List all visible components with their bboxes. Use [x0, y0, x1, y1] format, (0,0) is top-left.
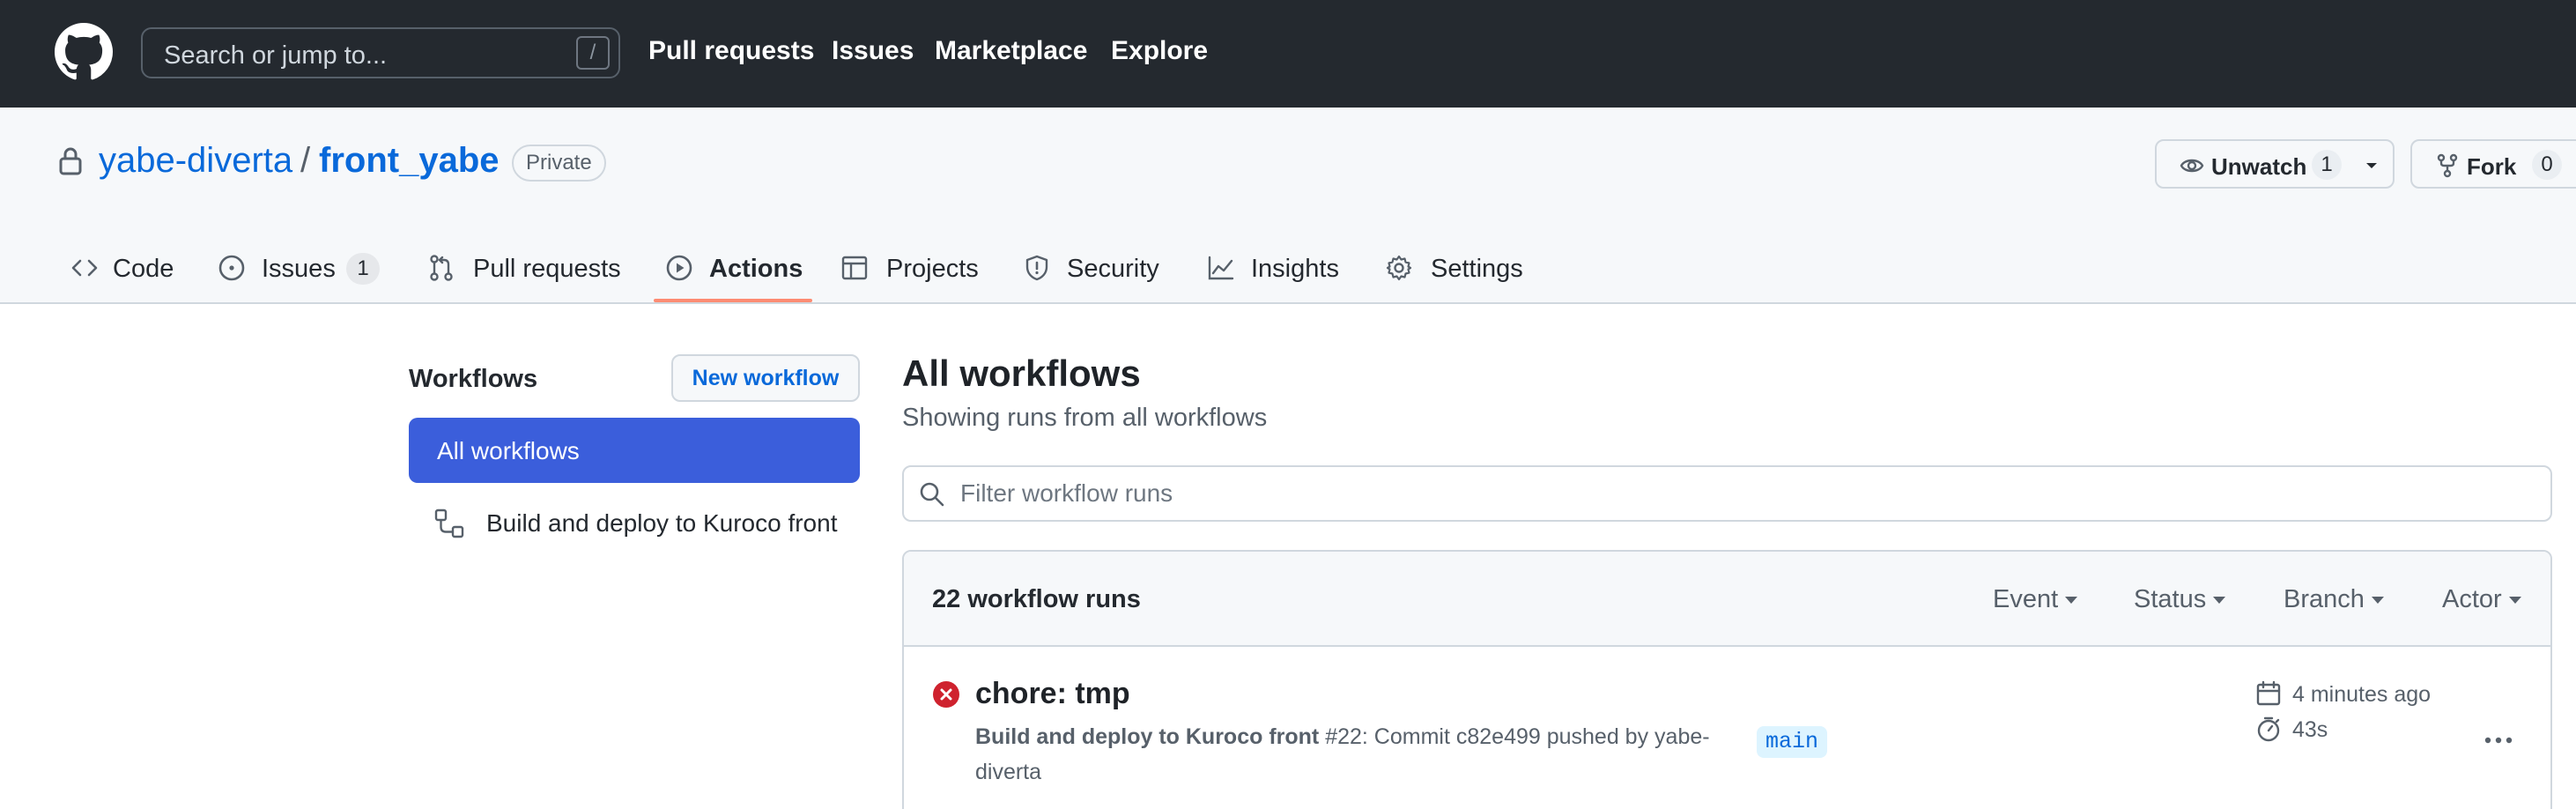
- play-icon: [666, 255, 692, 281]
- workflow-runs-list: 22 workflow runs Event Status Branch Act…: [902, 550, 2552, 809]
- page-subtitle: Showing runs from all workflows: [902, 404, 1268, 432]
- watch-count: 1: [2312, 150, 2342, 180]
- fork-count: 0: [2532, 150, 2562, 180]
- caret-down-icon: [2508, 597, 2521, 605]
- fork-icon: [2437, 153, 2458, 178]
- branch-label[interactable]: main: [1757, 726, 1828, 758]
- stopwatch-icon: [2257, 716, 2280, 742]
- chevron-down-icon: [2366, 163, 2377, 168]
- dropdown-label: Branch: [2284, 585, 2365, 613]
- runs-count: 22 workflow runs: [932, 585, 1141, 613]
- tab-label: Code: [113, 255, 174, 283]
- gear-icon: [1386, 255, 1412, 281]
- search-placeholder: Search or jump to...: [164, 41, 388, 70]
- code-icon: [71, 259, 98, 277]
- tab-label: Insights: [1251, 255, 1339, 283]
- calendar-icon: [2256, 680, 2281, 706]
- search-icon: [920, 482, 944, 507]
- table-icon: [841, 256, 868, 280]
- branch-filter-dropdown[interactable]: Branch: [2284, 585, 2384, 614]
- tab-label: Actions: [709, 255, 803, 283]
- failure-status-icon: [933, 681, 959, 708]
- tab-label: Projects: [886, 255, 979, 283]
- tab-label: Pull requests: [473, 255, 621, 283]
- runs-list-header: 22 workflow runs Event Status Branch Act…: [904, 552, 2550, 647]
- repo-name-link[interactable]: front_yabe: [319, 141, 500, 181]
- new-workflow-button[interactable]: New workflow: [671, 354, 860, 402]
- run-title-link[interactable]: chore: tmp: [975, 677, 1130, 711]
- sidebar-item-label: Build and deploy to Kuroco front: [486, 509, 838, 537]
- run-duration: 43s: [2292, 717, 2328, 742]
- eye-icon: [2180, 159, 2204, 173]
- filter-runs-input[interactable]: [960, 469, 2528, 518]
- nav-marketplace[interactable]: Marketplace: [935, 36, 1087, 66]
- nav-explore[interactable]: Explore: [1111, 36, 1208, 66]
- path-separator: /: [300, 141, 311, 180]
- run-time-ago: 4 minutes ago: [2292, 682, 2432, 707]
- caret-down-icon: [2065, 597, 2078, 605]
- sidebar-item-all-workflows[interactable]: All workflows: [409, 418, 860, 483]
- tab-label: Security: [1067, 255, 1159, 283]
- dropdown-label: Status: [2134, 585, 2207, 613]
- repo-header: yabe-diverta / front_yabe Private Unwatc…: [0, 108, 2576, 304]
- sidebar-item-workflow[interactable]: Build and deploy to Kuroco front: [409, 495, 860, 550]
- tab-label: Issues: [262, 255, 336, 283]
- more-options-icon[interactable]: [2481, 723, 2516, 758]
- dropdown-label: Event: [1993, 585, 2059, 613]
- run-description: Build and deploy to Kuroco front #22: Co…: [975, 719, 1733, 790]
- global-search-input[interactable]: Search or jump to... /: [141, 27, 620, 78]
- repo-owner-link[interactable]: yabe-diverta: [99, 141, 292, 181]
- issues-count: 1: [346, 253, 380, 285]
- unwatch-button[interactable]: Unwatch 1: [2155, 139, 2395, 189]
- run-workflow-name: Build and deploy to Kuroco front: [975, 724, 1320, 749]
- caret-down-icon: [2371, 597, 2384, 605]
- nav-issues[interactable]: Issues: [832, 36, 914, 66]
- lock-icon: [59, 147, 82, 175]
- graph-icon: [1208, 256, 1234, 280]
- issue-icon: [218, 255, 245, 281]
- tab-label: Settings: [1431, 255, 1523, 283]
- actor-filter-dropdown[interactable]: Actor: [2442, 585, 2521, 614]
- global-header: Search or jump to... / Pull requests Iss…: [0, 0, 2576, 108]
- unwatch-label: Unwatch: [2211, 153, 2307, 180]
- sidebar-item-label: All workflows: [437, 437, 580, 464]
- status-filter-dropdown[interactable]: Status: [2134, 585, 2226, 614]
- event-filter-dropdown[interactable]: Event: [1993, 585, 2078, 614]
- nav-pull-requests[interactable]: Pull requests: [648, 36, 814, 66]
- workflow-icon: [434, 508, 464, 538]
- fork-button[interactable]: Fork 0: [2410, 139, 2576, 189]
- caret-down-icon: [2213, 597, 2226, 605]
- visibility-badge: Private: [512, 145, 606, 182]
- sidebar-title: Workflows: [409, 365, 538, 393]
- filter-runs-field: [902, 465, 2552, 522]
- github-logo-icon[interactable]: [55, 23, 113, 81]
- search-shortcut-key: /: [576, 36, 610, 70]
- workflow-run-row[interactable]: chore: tmp Build and deploy to Kuroco fr…: [904, 647, 2550, 809]
- active-tab-indicator: [654, 299, 812, 302]
- dropdown-label: Actor: [2442, 585, 2502, 613]
- shield-icon: [1025, 255, 1048, 281]
- pull-request-icon: [430, 255, 453, 281]
- fork-label: Fork: [2467, 153, 2517, 180]
- page-title: All workflows: [902, 353, 1141, 394]
